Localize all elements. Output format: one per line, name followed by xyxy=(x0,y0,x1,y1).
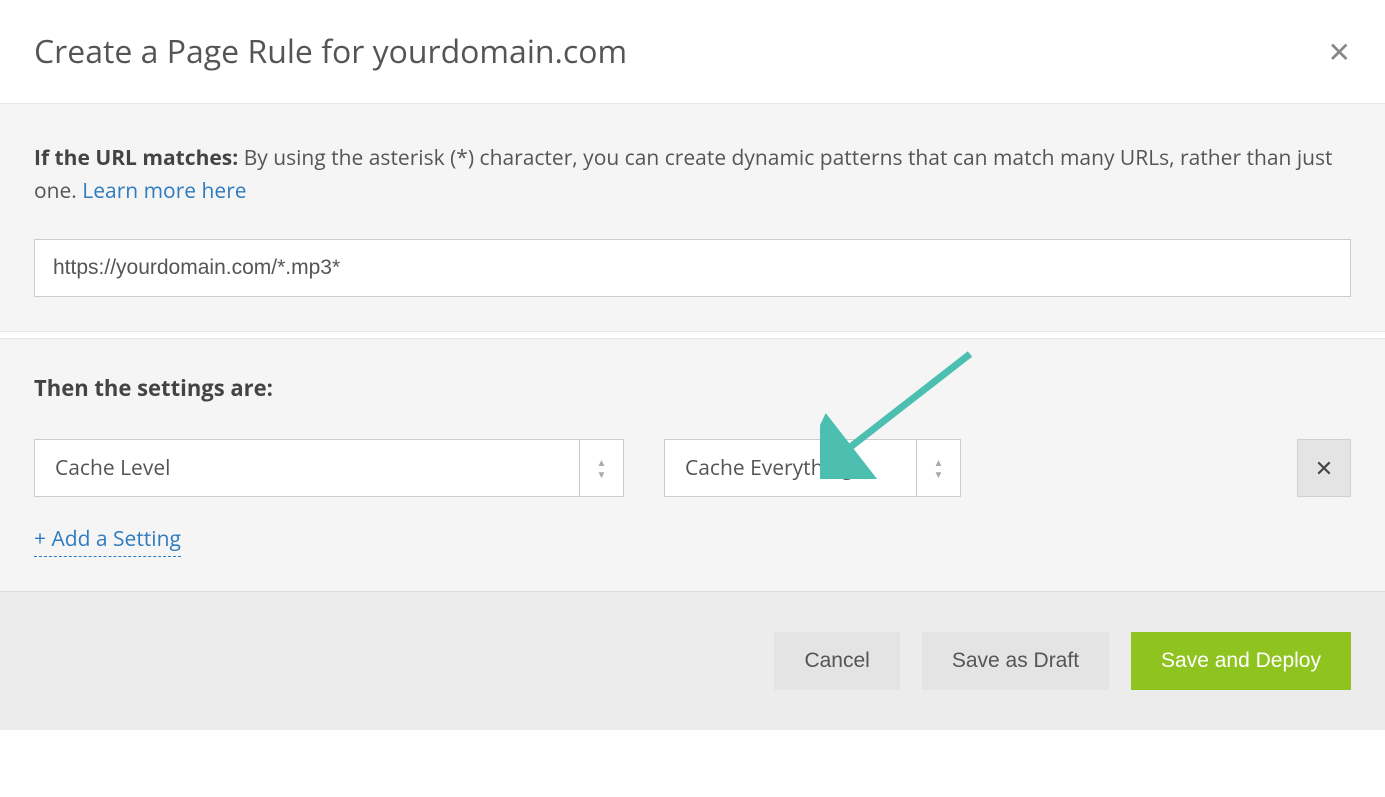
close-icon[interactable]: ✕ xyxy=(1328,38,1351,66)
settings-section: Then the settings are: Cache Level ▲▼ Ca… xyxy=(0,338,1385,591)
save-deploy-button[interactable]: Save and Deploy xyxy=(1131,632,1351,690)
modal-title: Create a Page Rule for yourdomain.com xyxy=(34,30,627,73)
url-match-label: If the URL matches: xyxy=(34,144,238,172)
url-match-section: If the URL matches: By using the asteris… xyxy=(0,103,1385,332)
stepper-arrows-icon: ▲▼ xyxy=(579,440,623,496)
stepper-arrows-icon: ▲▼ xyxy=(916,440,960,496)
cancel-button[interactable]: Cancel xyxy=(774,632,899,690)
settings-heading: Then the settings are: xyxy=(34,373,1351,403)
url-pattern-input[interactable] xyxy=(34,239,1351,297)
setting-name-select[interactable]: Cache Level ▲▼ xyxy=(34,439,624,497)
setting-row: Cache Level ▲▼ Cache Everything ▲▼ ✕ xyxy=(34,439,1351,497)
setting-name-value: Cache Level xyxy=(35,440,579,496)
save-draft-button[interactable]: Save as Draft xyxy=(922,632,1109,690)
setting-value-select[interactable]: Cache Everything ▲▼ xyxy=(664,439,961,497)
setting-value-text: Cache Everything xyxy=(665,440,916,496)
add-setting-link[interactable]: + Add a Setting xyxy=(34,525,181,557)
remove-setting-button[interactable]: ✕ xyxy=(1297,439,1351,497)
close-icon: ✕ xyxy=(1315,453,1333,483)
learn-more-link[interactable]: Learn more here xyxy=(82,177,246,205)
modal-footer: Cancel Save as Draft Save and Deploy xyxy=(0,591,1385,730)
modal-header: Create a Page Rule for yourdomain.com ✕ xyxy=(0,0,1385,103)
url-match-description: If the URL matches: By using the asteris… xyxy=(34,142,1351,207)
